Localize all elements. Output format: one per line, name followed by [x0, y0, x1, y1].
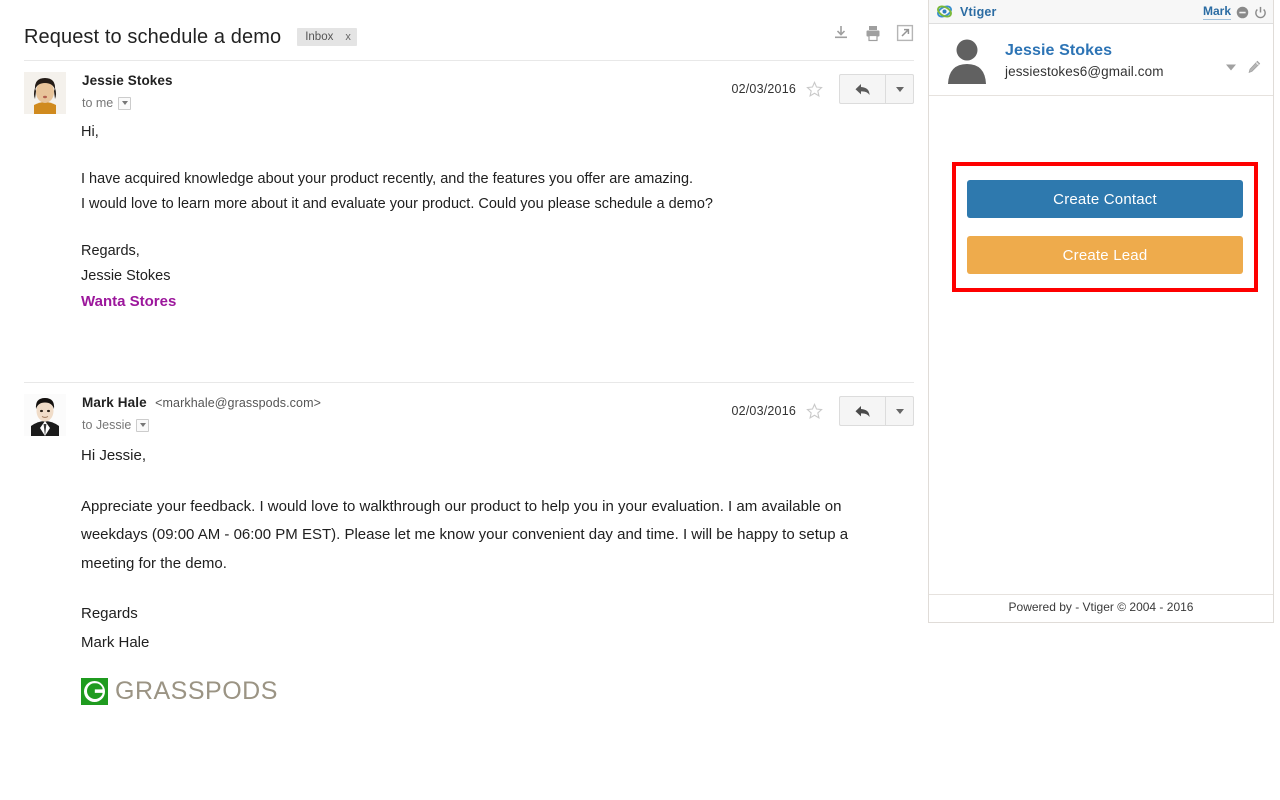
contact-name: Jessie Stokes: [1005, 41, 1113, 59]
grasspods-logo: GRASSPODS: [81, 677, 898, 706]
vtiger-panel: Vtiger Mark Jessie Stokes jessiestokes6@…: [928, 0, 1274, 623]
grasspods-logo-icon: [81, 677, 108, 705]
header-actions: [832, 24, 914, 42]
message-2: Mark Hale <markhale@grasspods.com> to Je…: [0, 394, 928, 706]
print-icon[interactable]: [864, 24, 882, 42]
edit-pencil-icon[interactable]: [1247, 60, 1261, 74]
subject-row: Request to schedule a demo Inbox x: [24, 20, 914, 54]
vtiger-user-link[interactable]: Mark: [1202, 4, 1231, 20]
message-1-actions: 02/03/2016: [731, 74, 914, 104]
download-icon[interactable]: [832, 24, 850, 42]
body-signoff: Regards,: [81, 243, 140, 259]
power-icon[interactable]: [1254, 6, 1267, 19]
recipient-label: to Jessie: [82, 418, 132, 432]
vtiger-footer: Powered by - Vtiger © 2004 - 2016: [929, 594, 1273, 618]
avatar: [24, 394, 66, 436]
body-paragraph: Appreciate your feedback. I would love t…: [81, 497, 849, 572]
mail-pane: Request to schedule a demo Inbox x Jessi…: [0, 0, 928, 800]
recipient-label: to me: [82, 96, 114, 110]
action-highlight-box: Create Contact Create Lead: [952, 162, 1258, 292]
contact-email: jessiestokes6@gmail.com: [1005, 63, 1164, 79]
avatar: [24, 72, 66, 114]
star-icon[interactable]: [806, 402, 823, 420]
message-1-sender: Jessie Stokes to me: [82, 72, 177, 110]
grasspods-logo-text: GRASSPODS: [115, 677, 278, 705]
message-2-actions: 02/03/2016: [731, 396, 914, 426]
reply-button-group: [839, 396, 914, 426]
sender-name: Jessie Stokes: [82, 73, 173, 88]
more-options-button[interactable]: [885, 74, 914, 104]
message-2-header: Mark Hale <markhale@grasspods.com> to Je…: [0, 394, 928, 442]
body-greeting: Hi,: [81, 124, 99, 140]
open-in-new-window-icon[interactable]: [896, 24, 914, 42]
star-icon[interactable]: [806, 80, 823, 98]
message-2-body: Hi Jessie, Appreciate your feedback. I w…: [0, 442, 928, 706]
body-signer: Mark Hale: [81, 633, 150, 651]
recipient-line: to me: [82, 96, 177, 110]
sender-email: <markhale@grasspods.com>: [155, 396, 321, 410]
message-1-body: Hi, I have acquired knowledge about your…: [0, 120, 928, 314]
vtiger-brand-label: Vtiger: [960, 4, 997, 19]
page-title: Request to schedule a demo: [24, 25, 282, 48]
message-date: 02/03/2016: [731, 82, 796, 96]
chevron-down-icon[interactable]: [1224, 60, 1238, 74]
body-line-2: I would love to learn more about it and …: [81, 196, 713, 212]
recipient-details-caret-icon[interactable]: [136, 418, 150, 432]
vtiger-titlebar-actions: Mark: [1202, 0, 1267, 24]
body-greeting: Hi Jessie,: [81, 447, 147, 464]
body-company: Wanta Stores: [81, 293, 177, 310]
message-1: Jessie Stokes to me 02/03/2016 Hi, I hav…: [0, 72, 928, 314]
message-2-sender: Mark Hale <markhale@grasspods.com> to Je…: [82, 394, 321, 432]
vtiger-titlebar: Vtiger Mark: [929, 0, 1273, 24]
body-signoff: Regards: [81, 605, 138, 622]
minimize-icon[interactable]: [1236, 6, 1249, 19]
recipient-details-caret-icon[interactable]: [118, 96, 132, 110]
sender-name: Mark Hale: [82, 395, 147, 410]
body-line-1: I have acquired knowledge about your pro…: [81, 171, 694, 187]
reply-button[interactable]: [839, 74, 885, 104]
message-1-header: Jessie Stokes to me 02/03/2016: [0, 72, 928, 120]
avatar-placeholder-icon: [948, 39, 986, 84]
app-root: Request to schedule a demo Inbox x Jessi…: [0, 0, 1280, 800]
label-remove-icon[interactable]: x: [345, 31, 351, 43]
message-date: 02/03/2016: [731, 404, 796, 418]
label-chip-text: Inbox: [305, 30, 334, 43]
label-chip-inbox[interactable]: Inbox x: [297, 27, 357, 47]
message-divider: [24, 382, 914, 383]
vtiger-body: Create Contact Create Lead Powered by - …: [929, 96, 1273, 618]
create-contact-button[interactable]: Create Contact: [967, 180, 1243, 218]
reply-button[interactable]: [839, 396, 885, 426]
vtiger-contact-info: Jessie Stokes jessiestokes6@gmail.com: [1005, 41, 1164, 79]
vtiger-logo-icon: [937, 5, 952, 18]
header-divider: [24, 60, 914, 61]
recipient-line: to Jessie: [82, 418, 321, 432]
vtiger-contact-card: Jessie Stokes jessiestokes6@gmail.com: [929, 24, 1273, 96]
more-options-button[interactable]: [885, 396, 914, 426]
create-lead-button[interactable]: Create Lead: [967, 236, 1243, 274]
vtiger-contact-actions: [1224, 60, 1261, 74]
body-signer: Jessie Stokes: [81, 268, 171, 284]
reply-button-group: [839, 74, 914, 104]
